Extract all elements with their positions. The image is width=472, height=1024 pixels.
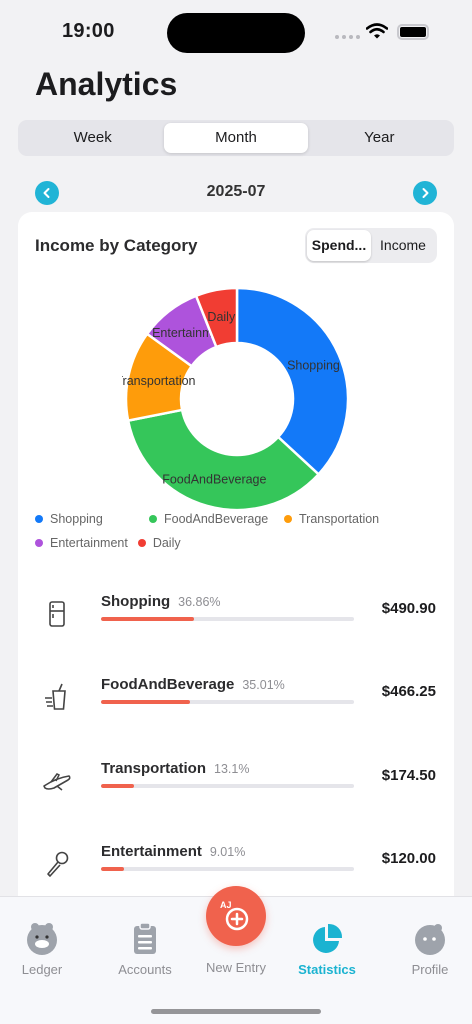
period-segmented-control: Week Month Year — [18, 120, 454, 156]
category-percent: 9.01% — [209, 845, 246, 859]
new-entry-button[interactable]: AJ — [206, 886, 266, 946]
donut-chart: ShoppingFoodAndBeverageTransportationEnt… — [122, 286, 350, 512]
category-progress-fill — [101, 867, 124, 871]
legend-item: FoodAndBeverage — [149, 512, 274, 526]
tab-statistics[interactable]: Statistics — [280, 921, 374, 977]
plane-icon — [43, 773, 71, 791]
category-progress-fill — [101, 617, 195, 621]
donut-slice-label: Daily — [207, 310, 236, 324]
category-name-text: Entertainment — [101, 843, 202, 860]
status-time: 19:00 — [62, 20, 115, 42]
tab-year[interactable]: Year — [308, 123, 451, 153]
tab-week[interactable]: Week — [21, 123, 164, 153]
chart-legend: Shopping FoodAndBeverage Transportation Ent… — [35, 512, 445, 550]
pie-chart-icon — [313, 923, 343, 953]
tab-statistics-label: Statistics — [298, 962, 356, 977]
page-title: Analytics — [35, 66, 178, 102]
category-percent: 13.1% — [214, 762, 250, 776]
category-amount: $120.00 — [381, 850, 436, 867]
category-name-text: Shopping — [101, 593, 171, 610]
category-chart-card: Income by Category Spend... Income Shopp… — [18, 212, 454, 912]
tab-profile-label: Profile — [411, 962, 449, 977]
category-progress-bar — [101, 867, 354, 871]
card-title: Income by Category — [35, 236, 198, 255]
toggle-spend[interactable]: Spend... — [307, 230, 371, 261]
chevron-right-icon — [422, 188, 429, 198]
microphone-icon — [47, 851, 69, 877]
category-name: FoodAndBeverage 35.01% — [101, 676, 285, 693]
fridge-icon — [49, 601, 65, 627]
legend-item: Entertainment — [35, 536, 128, 550]
drink-icon — [45, 683, 66, 710]
legend-label: Daily — [152, 536, 181, 550]
category-amount: $490.90 — [381, 600, 436, 617]
donut-slice-label: Shopping — [287, 359, 340, 373]
legend-item: Transportation — [284, 512, 379, 526]
legend-swatch — [35, 515, 43, 523]
new-entry-label: New Entry — [206, 960, 266, 975]
legend-label: Shopping — [50, 512, 103, 526]
tab-ledger[interactable]: Ledger — [0, 921, 89, 977]
tab-accounts-label: Accounts — [118, 962, 172, 977]
legend-swatch — [35, 539, 43, 547]
category-progress-bar — [101, 617, 354, 621]
tab-accounts[interactable]: Accounts — [98, 921, 192, 977]
next-period-button[interactable] — [413, 181, 437, 205]
legend-label: Entertainment — [50, 536, 128, 550]
clipboard-icon — [134, 922, 156, 954]
legend-item: Daily — [137, 536, 181, 550]
category-name: Shopping 36.86% — [101, 593, 221, 610]
fab-badge-text: AJ — [220, 900, 232, 910]
category-progress-bar — [101, 700, 354, 704]
legend-item: Shopping — [35, 512, 139, 526]
status-bar: 19:00 — [0, 0, 472, 64]
donut-slice-label: FoodAndBeverage — [162, 472, 266, 486]
category-percent: 36.86% — [178, 595, 221, 609]
legend-swatch — [284, 515, 292, 523]
category-percent: 35.01% — [242, 678, 285, 692]
donut-slice-shopping[interactable] — [235, 286, 350, 477]
category-name-text: Transportation — [101, 760, 207, 777]
type-segmented-control: Spend... Income — [305, 228, 437, 263]
legend-label: Transportation — [299, 512, 380, 526]
category-amount: $174.50 — [381, 767, 436, 784]
category-row[interactable]: FoodAndBeverage 35.01% $466.25 — [18, 668, 454, 728]
date-navigator: 2025-07 — [35, 180, 437, 206]
category-progress-fill — [101, 784, 135, 788]
category-name-text: FoodAndBeverage — [101, 676, 235, 693]
wifi-icon — [366, 23, 388, 39]
tab-month[interactable]: Month — [164, 123, 308, 153]
category-name: Transportation 13.1% — [101, 760, 249, 777]
dynamic-island — [167, 13, 305, 53]
cellular-signal-icon — [335, 35, 360, 39]
category-amount: $466.25 — [381, 683, 436, 700]
battery-icon — [397, 24, 429, 40]
legend-swatch — [137, 539, 146, 547]
add-icon: AJ — [220, 900, 249, 931]
home-indicator — [151, 1009, 321, 1014]
category-progress-bar — [101, 784, 354, 788]
donut-slice-label: Transportation — [122, 374, 196, 388]
profile-face-icon — [415, 924, 445, 955]
category-progress-fill — [101, 700, 190, 704]
legend-label: FoodAndBeverage — [164, 512, 269, 526]
ledger-face-icon — [27, 923, 57, 955]
category-row[interactable]: Shopping 36.86% $490.90 — [18, 585, 454, 645]
category-name: Entertainment 9.01% — [101, 843, 245, 860]
category-row[interactable]: Transportation 13.1% $174.50 — [18, 752, 454, 812]
legend-swatch — [149, 515, 157, 523]
current-period-label: 2025-07 — [206, 183, 266, 200]
tab-profile[interactable]: Profile — [383, 921, 472, 977]
toggle-income[interactable]: Income — [371, 230, 435, 261]
tab-ledger-label: Ledger — [21, 962, 63, 977]
